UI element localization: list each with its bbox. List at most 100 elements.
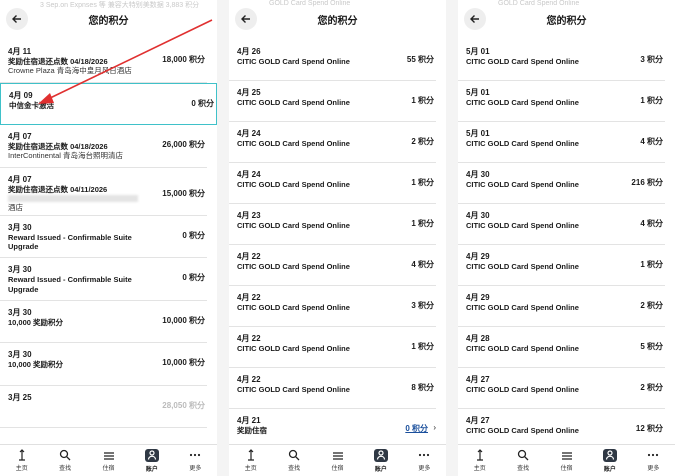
tab-stays[interactable]: 住宿 [87,445,130,476]
list-item[interactable]: 5月 01 CITIC GOLD Card Spend Online 3 积分 [458,40,665,81]
item-points: 4 积分 [411,260,434,269]
item-description: 10,000 奖励积分 [8,360,64,369]
item-date: 4月 25 [237,88,261,97]
list-item[interactable]: 4月 21 奖励住宿 0 积分 › [229,409,436,444]
tab-search[interactable]: 查找 [501,445,544,476]
item-description: CITIC GOLD Card Spend Online [237,221,350,230]
item-description: CITIC GOLD Card Spend Online [466,385,579,394]
list-item[interactable]: 5月 01 CITIC GOLD Card Spend Online 4 积分 [458,122,665,163]
header-bar: GOLD Card Spend Online 您的积分 [458,0,675,40]
points-history-screen-2: GOLD Card Spend Online 您的积分 4月 26 CITIC G… [229,0,446,476]
list-item[interactable]: 4月 29 CITIC GOLD Card Spend Online 1 积分 [458,245,665,286]
more-icon [417,449,431,461]
tab-account[interactable]: 账户 [359,445,402,476]
search-icon [287,449,301,461]
tab-more[interactable]: 更多 [403,445,446,476]
item-description: Reward Issued - Confirmable Suite Upgrad… [8,275,132,294]
item-points: 3 积分 [640,55,663,64]
tab-label: 主页 [473,466,486,472]
item-date: 3月 30 [8,307,32,317]
header-bar: GOLD Card Spend Online 您的积分 [229,0,446,40]
list-item[interactable]: 4月 07 奖励住宿退还点数 04/11/2026 酒店 15,000 积分 [0,168,207,216]
item-date: 4月 26 [237,47,261,56]
ihg-logo-icon [244,449,258,461]
tab-home[interactable]: 主页 [458,445,501,476]
item-date: 3月 30 [8,265,32,274]
list-item[interactable]: 4月 28 CITIC GOLD Card Spend Online 5 积分 [458,327,665,368]
item-date: 4月 22 [237,252,261,261]
tab-account[interactable]: 账户 [130,445,173,476]
list-item[interactable]: 4月 30 CITIC GOLD Card Spend Online 4 积分 [458,204,665,245]
points-list[interactable]: 4月 11 奖励住宿退还点数 04/18/2026 Crowne Plaza 青… [0,40,217,444]
tab-home[interactable]: 主页 [0,445,43,476]
page-title: 您的积分 [317,16,358,27]
points-list[interactable]: 5月 01 CITIC GOLD Card Spend Online 3 积分 5月… [458,40,675,444]
list-item[interactable]: 4月 25 CITIC GOLD Card Spend Online 1 积分 [229,81,436,122]
list-item-highlighted[interactable]: 4月 09 中信金卡激活 0 积分 [0,82,217,125]
item-points: 0 积分 [191,98,214,108]
item-date: 3月 25 [8,392,32,402]
bed-icon [560,449,574,461]
item-description: 中信金卡激活 [9,100,54,110]
search-icon [516,449,530,461]
tab-label: 账户 [374,466,387,473]
list-item[interactable]: 4月 26 CITIC GOLD Card Spend Online 55 积分 [229,40,436,81]
item-date: 4月 22 [237,375,261,384]
item-description: 10,000 奖励积分 [8,317,64,327]
tab-home[interactable]: 主页 [229,445,272,476]
list-item[interactable]: 4月 07 奖励住宿退还点数 04/18/2026 InterContinent… [0,125,207,168]
tab-label: 更多 [647,466,660,472]
item-date: 4月 29 [466,252,490,261]
tab-account[interactable]: 账户 [588,445,631,476]
tab-search[interactable]: 查找 [272,445,315,476]
item-description: CITIC GOLD Card Spend Online [237,180,350,189]
tab-more[interactable]: 更多 [174,445,217,476]
item-description: CITIC GOLD Card Spend Online [466,139,579,148]
list-item[interactable]: 4月 11 奖励住宿退还点数 04/18/2026 Crowne Plaza 青… [0,40,207,83]
tab-more[interactable]: 更多 [632,445,675,476]
list-item[interactable]: 4月 24 CITIC GOLD Card Spend Online 2 积分 [229,122,436,163]
points-history-screen-3: GOLD Card Spend Online 您的积分 5月 01 CITIC G… [458,0,675,476]
list-item[interactable]: 4月 22 CITIC GOLD Card Spend Online 1 积分 [229,327,436,368]
item-description: CITIC GOLD Card Spend Online [237,262,350,271]
item-date: 4月 28 [466,334,490,343]
list-item[interactable]: 4月 27 CITIC GOLD Card Spend Online 12 积分 [458,409,665,444]
bottom-tab-bar: 主页 查找 住宿 账户 更多 [0,444,217,476]
item-points: 216 积分 [631,178,663,187]
item-description: CITIC GOLD Card Spend Online [466,221,579,230]
tab-label: 账户 [145,466,158,473]
list-item[interactable]: 3月 30 10,000 奖励积分 10,000 积分 [0,343,207,386]
tab-label: 主页 [15,466,28,472]
tab-stays[interactable]: 住宿 [545,445,588,476]
tab-search[interactable]: 查找 [43,445,86,476]
item-points: 26,000 积分 [162,140,205,149]
list-item[interactable]: 4月 22 CITIC GOLD Card Spend Online 3 积分 [229,286,436,327]
list-item[interactable]: 4月 29 CITIC GOLD Card Spend Online 2 积分 [458,286,665,327]
points-list[interactable]: 4月 26 CITIC GOLD Card Spend Online 55 积分 4… [229,40,446,444]
header-bar: 3 Sep.on Expnses 等 兼容大特别美数据 3,883 积分 您的积… [0,0,217,40]
item-date: 3月 30 [8,222,32,232]
list-item[interactable]: 4月 30 CITIC GOLD Card Spend Online 216 积分 [458,163,665,204]
list-item[interactable]: 3月 25 28,050 积分 [0,386,207,428]
tab-stays[interactable]: 住宿 [316,445,359,476]
item-points: 4 积分 [640,137,663,146]
item-points: 0 积分 [182,230,205,240]
item-points: 8 积分 [411,383,434,392]
item-points: 15,000 积分 [162,188,205,198]
list-item[interactable]: 3月 30 Reward Issued - Confirmable Suite … [0,216,207,258]
list-item[interactable]: 4月 23 CITIC GOLD Card Spend Online 1 积分 [229,204,436,245]
item-description: CITIC GOLD Card Spend Online [237,98,350,107]
list-item[interactable]: 4月 24 CITIC GOLD Card Spend Online 1 积分 [229,163,436,204]
list-item[interactable]: 4月 27 CITIC GOLD Card Spend Online 2 积分 [458,368,665,409]
item-date: 5月 01 [466,88,490,97]
item-date: 4月 09 [9,90,33,100]
list-item[interactable]: 4月 22 CITIC GOLD Card Spend Online 4 积分 [229,245,436,286]
item-hotel-name: Crowne Plaza 青岛海中皇月风日酒店 [8,66,132,75]
list-item[interactable]: 5月 01 CITIC GOLD Card Spend Online 1 积分 [458,81,665,122]
list-item[interactable]: 3月 30 Reward Issued - Confirmable Suite … [0,258,207,301]
item-description: CITIC GOLD Card Spend Online [466,98,579,107]
item-points-link[interactable]: 0 积分 [405,423,428,434]
bottom-tab-bar: 主页 查找 住宿 账户 更多 [458,444,675,476]
list-item[interactable]: 3月 30 10,000 奖励积分 10,000 积分 [0,301,207,343]
list-item[interactable]: 4月 22 CITIC GOLD Card Spend Online 8 积分 [229,368,436,409]
